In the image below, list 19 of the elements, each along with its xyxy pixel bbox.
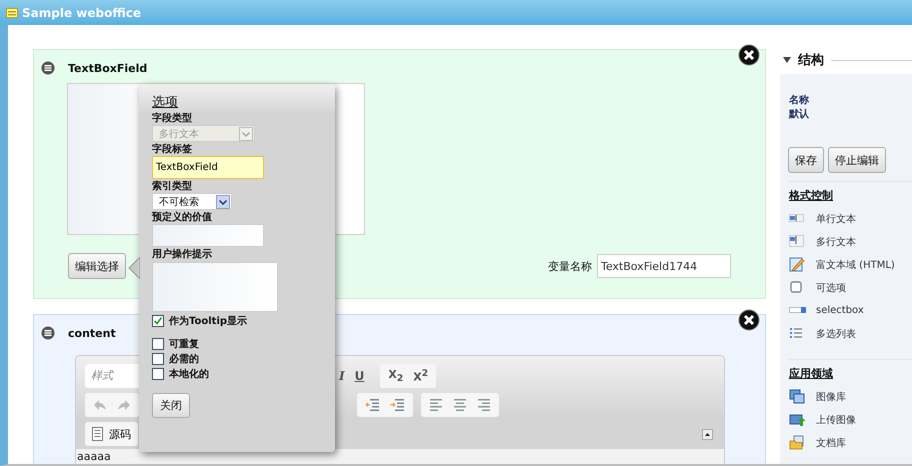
variable-label: 变量名称 (548, 258, 592, 274)
field-title: content (68, 326, 116, 340)
checkbox-label: 作为Tooltip显示 (169, 314, 248, 328)
field-label: 用户操作提示 (152, 248, 212, 261)
field-label: 预定义的价值 (152, 211, 212, 224)
popup-title: 选项 (152, 95, 178, 111)
field-label: 字段类型 (152, 112, 192, 125)
info-text: 名称 (789, 94, 810, 108)
field-label: 字段标签 (152, 143, 192, 156)
field-label: 索引类型 (152, 180, 192, 193)
section-title: 格式控制 (789, 188, 834, 203)
window-title: Sample weboffice (22, 6, 141, 20)
field-title: TextBoxField (68, 62, 148, 74)
checkbox-label: 本地化的 (169, 368, 209, 381)
checkbox-label: 可重复 (169, 338, 199, 351)
section-title: 应用领域 (789, 366, 834, 381)
checkbox-label: 必需的 (169, 352, 199, 366)
info-text: 默认 (789, 108, 810, 122)
editor-content: aaaaa (76, 449, 724, 464)
